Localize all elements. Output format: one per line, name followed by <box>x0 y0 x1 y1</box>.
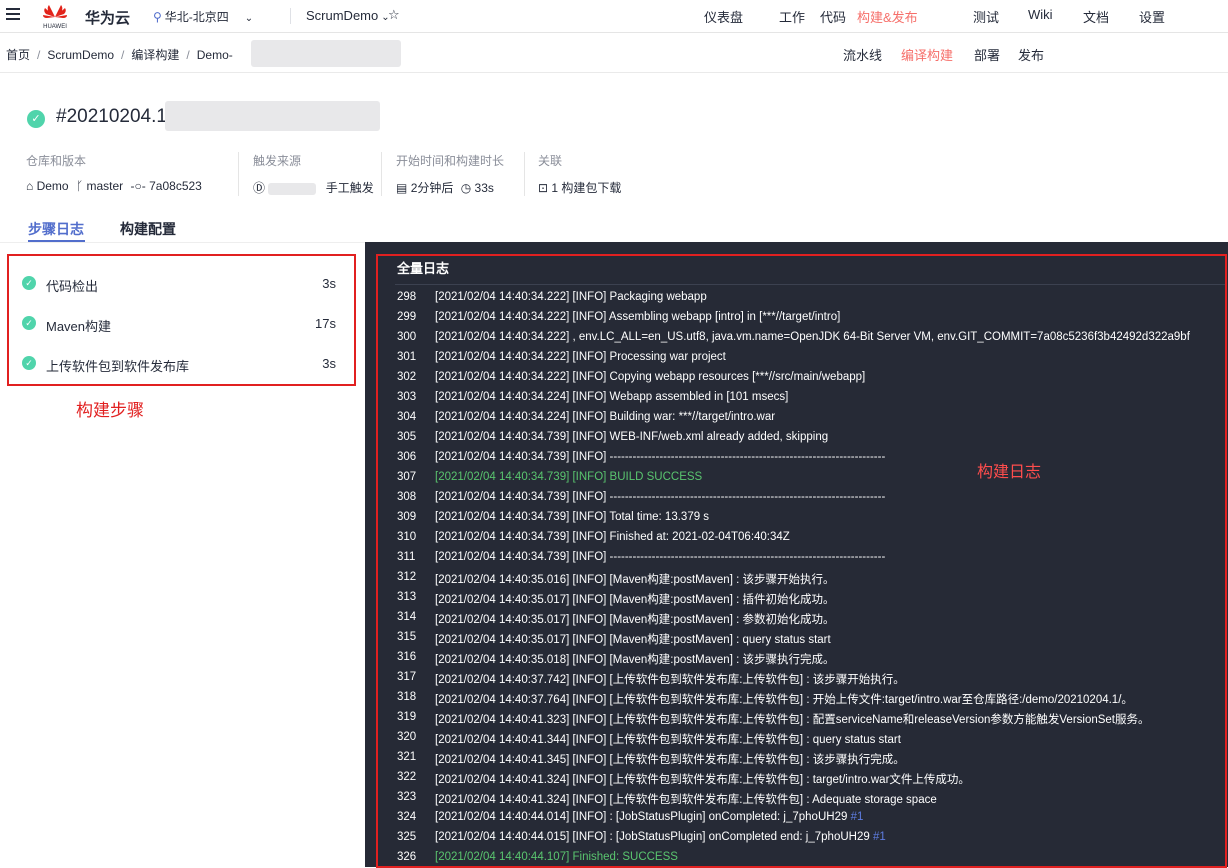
step-item[interactable]: ✓ 上传软件包到软件发布库 3s <box>22 355 336 375</box>
steps-annotation: 构建步骤 <box>76 401 144 421</box>
nav-build-release[interactable]: 构建&发布 <box>857 7 918 26</box>
divider <box>290 8 291 24</box>
nav-settings[interactable]: 设置 <box>1139 7 1165 26</box>
menu-icon[interactable] <box>6 8 20 20</box>
breadcrumb-home[interactable]: 首页 <box>6 48 30 62</box>
success-check-icon: ✓ <box>22 356 36 370</box>
nav-test[interactable]: 测试 <box>973 7 999 26</box>
repo-info: ⌂ Demo ᚴ master -○- 7a08c523 <box>26 179 202 193</box>
step-name: 代码检出 <box>46 279 99 294</box>
breadcrumb-separator: / <box>186 48 190 62</box>
tab-step-logs[interactable]: 步骤日志 <box>28 219 84 239</box>
trigger-value: 手工触发 <box>325 181 374 195</box>
breadcrumb: 首页 / ScrumDemo / 编译构建 / Demo- <box>6 46 233 63</box>
time-info: ▤ 2分钟后 ◷ 33s <box>396 179 494 196</box>
trigger-label: 触发来源 <box>253 154 302 168</box>
success-check-icon: ✓ <box>22 316 36 330</box>
success-check-icon: ✓ <box>22 276 36 290</box>
step-duration: 17s <box>315 316 336 331</box>
repo-label: 仓库和版本 <box>26 154 87 168</box>
commit-icon: -○- <box>130 179 146 193</box>
redacted-area <box>165 101 380 131</box>
tab-build-config[interactable]: 构建配置 <box>120 219 176 239</box>
related-info: ⊡ 1 构建包下载 <box>538 179 621 196</box>
build-number: #20210204.1 <box>56 106 167 127</box>
svg-text:HUAWEI: HUAWEI <box>43 24 67 30</box>
package-icon: ⊡ <box>538 181 549 195</box>
step-item[interactable]: ✓ 代码检出 3s <box>22 275 336 295</box>
subnav-deploy[interactable]: 部署 <box>974 45 1000 64</box>
subnav-build[interactable]: 编译构建 <box>901 45 953 64</box>
project-selector[interactable]: ScrumDemo ⌄ <box>306 8 390 23</box>
huawei-logo[interactable]: HUAWEI <box>40 2 70 30</box>
step-duration: 3s <box>322 276 336 291</box>
start-time: 2分钟后 <box>410 181 454 195</box>
nav-dashboard[interactable]: 仪表盘 <box>704 7 743 26</box>
region-label: 华北-北京四 <box>164 10 229 24</box>
calendar-icon: ▤ <box>396 181 408 195</box>
breadcrumb-build[interactable]: 编译构建 <box>131 48 179 62</box>
clock-icon: ◷ <box>460 181 472 195</box>
redacted-area <box>251 40 401 67</box>
nav-wiki[interactable]: Wiki <box>1028 7 1053 22</box>
breadcrumb-separator: / <box>121 48 125 62</box>
step-item[interactable]: ✓ Maven构建 17s <box>22 315 336 335</box>
time-label: 开始时间和构建时长 <box>396 154 505 168</box>
package-download-link[interactable]: 1 构建包下载 <box>551 181 621 195</box>
divider <box>524 152 525 196</box>
related-label: 关联 <box>538 154 563 168</box>
nav-work[interactable]: 工作 <box>779 7 805 26</box>
branch-name[interactable]: master <box>87 179 124 193</box>
user-avatar-icon: Ⓓ <box>253 181 266 195</box>
trigger-info: Ⓓ 手工触发 <box>253 179 374 196</box>
favorite-star-icon[interactable]: ☆ <box>388 7 400 23</box>
project-label: ScrumDemo <box>306 8 379 23</box>
highlight-box <box>376 254 1227 868</box>
commit-id[interactable]: 7a08c523 <box>149 179 202 193</box>
success-check-icon: ✓ <box>27 110 45 128</box>
breadcrumb-project[interactable]: ScrumDemo <box>47 48 114 62</box>
repo-name[interactable]: Demo <box>37 179 69 193</box>
branch-icon: ᚴ <box>75 179 84 193</box>
step-duration: 3s <box>322 356 336 371</box>
divider <box>238 152 239 196</box>
repo-icon: ⌂ <box>26 179 34 193</box>
subnav-release[interactable]: 发布 <box>1018 45 1044 64</box>
nav-code[interactable]: 代码 <box>820 7 846 26</box>
step-name: Maven构建 <box>46 319 112 334</box>
nav-docs[interactable]: 文档 <box>1083 7 1109 26</box>
redacted-area <box>268 182 317 195</box>
step-name: 上传软件包到软件发布库 <box>46 359 190 374</box>
breadcrumb-task: Demo- <box>196 48 233 62</box>
breadcrumb-separator: / <box>37 48 41 62</box>
brand-name[interactable]: 华为云 <box>85 7 130 28</box>
divider <box>0 72 1228 73</box>
chevron-down-icon: ⌄ <box>244 13 254 24</box>
duration: 33s <box>474 181 494 195</box>
region-selector[interactable]: ⚲ 华北-北京四 ⌄ <box>153 8 253 25</box>
subnav-pipeline[interactable]: 流水线 <box>843 45 882 64</box>
divider <box>381 152 382 196</box>
location-pin-icon: ⚲ <box>153 10 162 24</box>
top-bar: HUAWEI 华为云 ⚲ 华北-北京四 ⌄ ScrumDemo ⌄ ☆ 仪表盘 工作 … <box>0 0 1228 33</box>
